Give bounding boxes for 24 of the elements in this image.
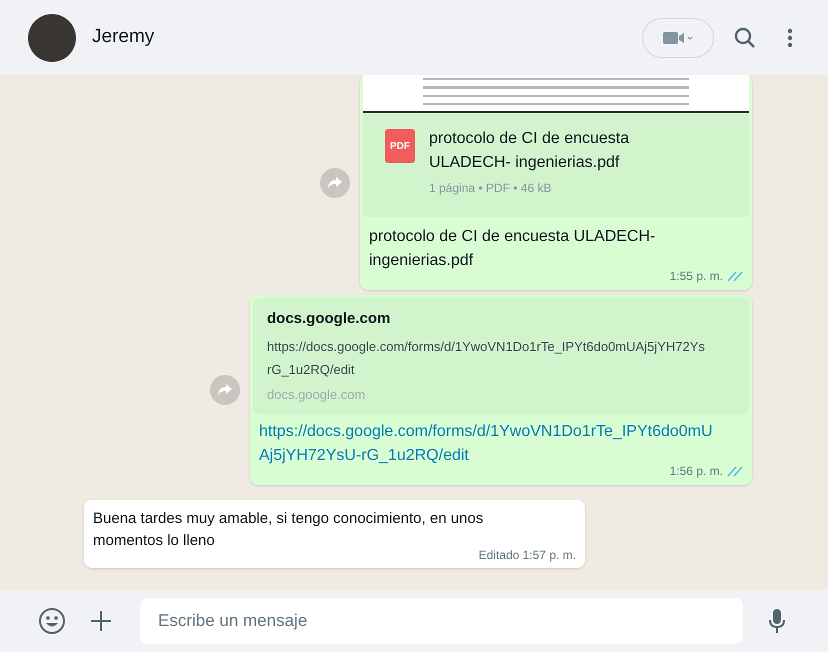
video-camera-icon: [663, 30, 693, 44]
attach-button[interactable]: [88, 608, 114, 634]
preview-description: https://docs.google.com/forms/d/1YwoVN1Do1rTe_IPYt6do0mUAj5jYH72Ys rG_1u2RQ/edit: [267, 338, 706, 379]
message-caption: protocolo de CI de encuesta ULADECH- ingenierias.pdf: [369, 227, 656, 271]
share-arrow-icon: [327, 176, 343, 190]
video-call-button[interactable]: [642, 18, 714, 58]
message-text: Buena tardes muy amable, si tengo conocimiento, en unos momentos lo lleno: [93, 509, 484, 550]
search-icon: [734, 26, 756, 48]
smiley-icon: [38, 607, 66, 635]
file-name: protocolo de CI de encuesta ULADECH- ingenierias.pdf: [429, 129, 630, 173]
microphone-icon: [768, 608, 786, 634]
avatar[interactable]: [28, 14, 76, 62]
emoji-button[interactable]: [38, 606, 67, 636]
menu-icon: [787, 28, 793, 48]
plus-icon: [90, 610, 112, 632]
pdf-file-icon: PDF: [385, 129, 415, 163]
file-details: 1 página • PDF • 46 kB: [429, 180, 552, 197]
message-input-field[interactable]: Escribe un mensaje: [140, 598, 743, 644]
contact-name[interactable]: Jeremy: [92, 23, 154, 52]
share-arrow-icon: [217, 383, 233, 397]
preview-domain: docs.google.com: [267, 386, 366, 404]
message-time: 1:55 p. m.: [670, 268, 723, 285]
message-time: Editado 1:57 p. m.: [478, 547, 576, 564]
preview-title: docs.google.com: [267, 309, 392, 329]
